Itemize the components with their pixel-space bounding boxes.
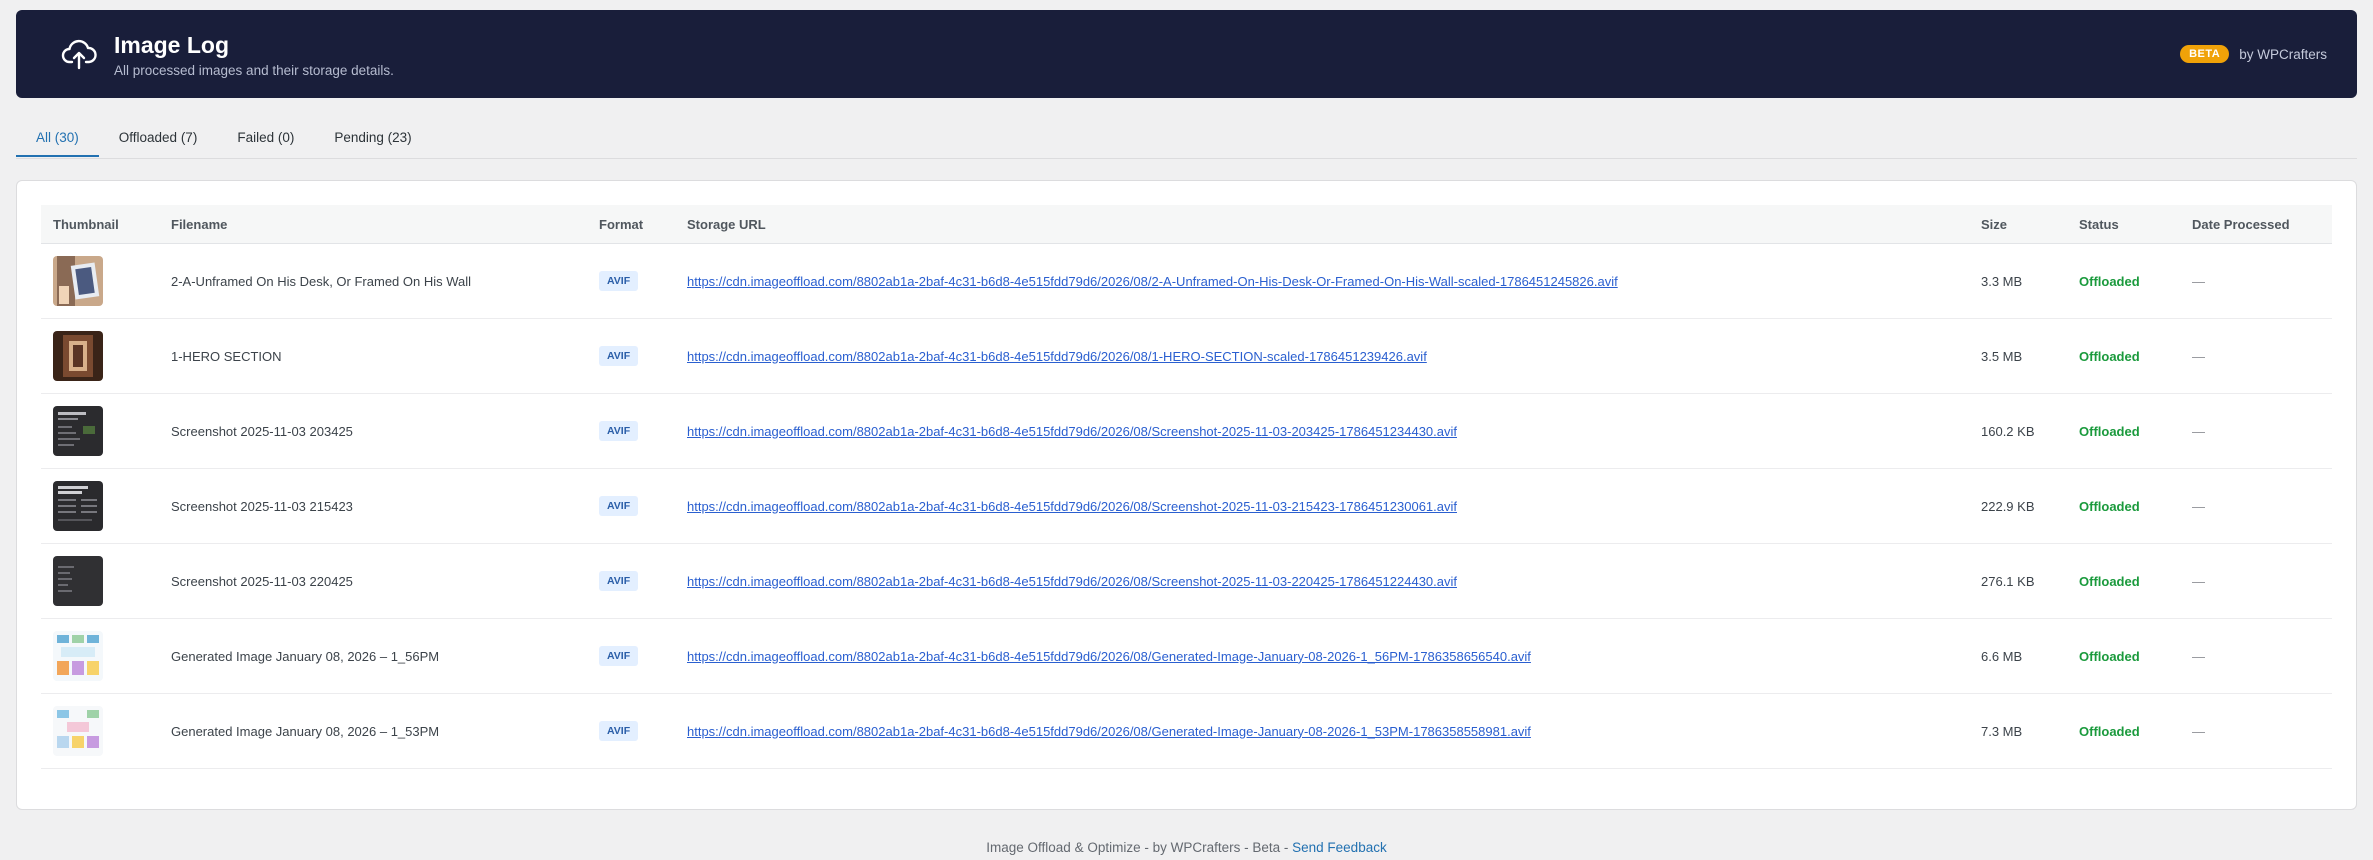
status-label: Offloaded bbox=[2079, 498, 2140, 514]
column-header-date-processed[interactable]: Date Processed bbox=[2180, 205, 2332, 244]
tab-all[interactable]: All (30) bbox=[16, 124, 99, 157]
storage-url-link[interactable]: https://cdn.imageoffload.com/8802ab1a-2b… bbox=[687, 424, 1457, 439]
date-processed-cell: — bbox=[2192, 423, 2205, 439]
table-header-row: Thumbnail Filename Format Storage URL Si… bbox=[41, 205, 2332, 244]
cloud-upload-icon bbox=[60, 35, 98, 73]
status-label: Offloaded bbox=[2079, 723, 2140, 739]
storage-url-link[interactable]: https://cdn.imageoffload.com/8802ab1a-2b… bbox=[687, 574, 1457, 589]
status-label: Offloaded bbox=[2079, 273, 2140, 289]
thumbnail-image[interactable] bbox=[53, 406, 103, 456]
table-row: Screenshot 2025-11-03 220425 AVIF https:… bbox=[41, 543, 2332, 619]
table-row: Screenshot 2025-11-03 215423 AVIF https:… bbox=[41, 468, 2332, 544]
header-branding: BETA by WPCrafters bbox=[2180, 10, 2327, 98]
header-text: Image Log All processed images and their… bbox=[114, 31, 394, 78]
filename-cell: 2-A-Unframed On His Desk, Or Framed On H… bbox=[159, 243, 587, 319]
column-header-size[interactable]: Size bbox=[1969, 205, 2067, 244]
footer-text: Image Offload & Optimize - by WPCrafters… bbox=[986, 840, 1289, 855]
filename-cell: Generated Image January 08, 2026 – 1_56P… bbox=[159, 618, 587, 694]
size-cell: 3.5 MB bbox=[1969, 318, 2067, 394]
table-row: 1-HERO SECTION AVIF https://cdn.imageoff… bbox=[41, 318, 2332, 394]
filename-cell: 1-HERO SECTION bbox=[159, 318, 587, 394]
status-label: Offloaded bbox=[2079, 423, 2140, 439]
image-log-page: Image Log All processed images and their… bbox=[0, 0, 2373, 860]
image-log-table: Thumbnail Filename Format Storage URL Si… bbox=[41, 205, 2332, 769]
filename-cell: Screenshot 2025-11-03 215423 bbox=[159, 468, 587, 544]
column-header-thumbnail: Thumbnail bbox=[41, 205, 159, 244]
tab-failed[interactable]: Failed (0) bbox=[217, 124, 314, 157]
date-processed-cell: — bbox=[2192, 648, 2205, 664]
filename-cell: Screenshot 2025-11-03 203425 bbox=[159, 393, 587, 469]
table-row: Generated Image January 08, 2026 – 1_53P… bbox=[41, 693, 2332, 769]
date-processed-cell: — bbox=[2192, 723, 2205, 739]
column-header-storage-url: Storage URL bbox=[675, 205, 1969, 244]
tab-offloaded[interactable]: Offloaded (7) bbox=[99, 124, 218, 157]
date-processed-cell: — bbox=[2192, 348, 2205, 364]
tab-pending[interactable]: Pending (23) bbox=[314, 124, 431, 157]
format-badge: AVIF bbox=[599, 271, 639, 291]
storage-url-link[interactable]: https://cdn.imageoffload.com/8802ab1a-2b… bbox=[687, 349, 1427, 364]
page-footer: Image Offload & Optimize - by WPCrafters… bbox=[0, 840, 2373, 855]
format-badge: AVIF bbox=[599, 571, 639, 591]
thumbnail-image[interactable] bbox=[53, 481, 103, 531]
storage-url-link[interactable]: https://cdn.imageoffload.com/8802ab1a-2b… bbox=[687, 499, 1457, 514]
format-badge: AVIF bbox=[599, 721, 639, 741]
storage-url-link[interactable]: https://cdn.imageoffload.com/8802ab1a-2b… bbox=[687, 274, 1618, 289]
size-cell: 7.3 MB bbox=[1969, 693, 2067, 769]
size-cell: 222.9 KB bbox=[1969, 468, 2067, 544]
date-processed-cell: — bbox=[2192, 573, 2205, 589]
date-processed-cell: — bbox=[2192, 273, 2205, 289]
image-log-card: Thumbnail Filename Format Storage URL Si… bbox=[16, 180, 2357, 810]
thumbnail-image[interactable] bbox=[53, 256, 103, 306]
status-tabs: All (30) Offloaded (7) Failed (0) Pendin… bbox=[16, 124, 2357, 159]
thumbnail-image[interactable] bbox=[53, 556, 103, 606]
status-label: Offloaded bbox=[2079, 573, 2140, 589]
size-cell: 276.1 KB bbox=[1969, 543, 2067, 619]
format-badge: AVIF bbox=[599, 496, 639, 516]
size-cell: 3.3 MB bbox=[1969, 243, 2067, 319]
header-banner: Image Log All processed images and their… bbox=[16, 10, 2357, 98]
size-cell: 160.2 KB bbox=[1969, 393, 2067, 469]
beta-badge: BETA bbox=[2180, 45, 2230, 63]
date-processed-cell: — bbox=[2192, 498, 2205, 514]
table-row: Generated Image January 08, 2026 – 1_56P… bbox=[41, 618, 2332, 694]
status-label: Offloaded bbox=[2079, 348, 2140, 364]
column-header-filename[interactable]: Filename bbox=[159, 205, 587, 244]
page-subtitle: All processed images and their storage d… bbox=[114, 62, 394, 78]
table-row: Screenshot 2025-11-03 203425 AVIF https:… bbox=[41, 393, 2332, 469]
table-row: 2-A-Unframed On His Desk, Or Framed On H… bbox=[41, 243, 2332, 319]
storage-url-link[interactable]: https://cdn.imageoffload.com/8802ab1a-2b… bbox=[687, 649, 1531, 664]
format-badge: AVIF bbox=[599, 421, 639, 441]
format-badge: AVIF bbox=[599, 646, 639, 666]
format-badge: AVIF bbox=[599, 346, 639, 366]
filename-cell: Generated Image January 08, 2026 – 1_53P… bbox=[159, 693, 587, 769]
size-cell: 6.6 MB bbox=[1969, 618, 2067, 694]
storage-url-link[interactable]: https://cdn.imageoffload.com/8802ab1a-2b… bbox=[687, 724, 1531, 739]
thumbnail-image[interactable] bbox=[53, 331, 103, 381]
column-header-format: Format bbox=[587, 205, 675, 244]
page-title: Image Log bbox=[114, 31, 230, 58]
brand-credit: by WPCrafters bbox=[2239, 46, 2327, 62]
status-label: Offloaded bbox=[2079, 648, 2140, 664]
column-header-status[interactable]: Status bbox=[2067, 205, 2180, 244]
filename-cell: Screenshot 2025-11-03 220425 bbox=[159, 543, 587, 619]
send-feedback-link[interactable]: Send Feedback bbox=[1292, 840, 1387, 855]
thumbnail-image[interactable] bbox=[53, 706, 103, 756]
thumbnail-image[interactable] bbox=[53, 631, 103, 681]
